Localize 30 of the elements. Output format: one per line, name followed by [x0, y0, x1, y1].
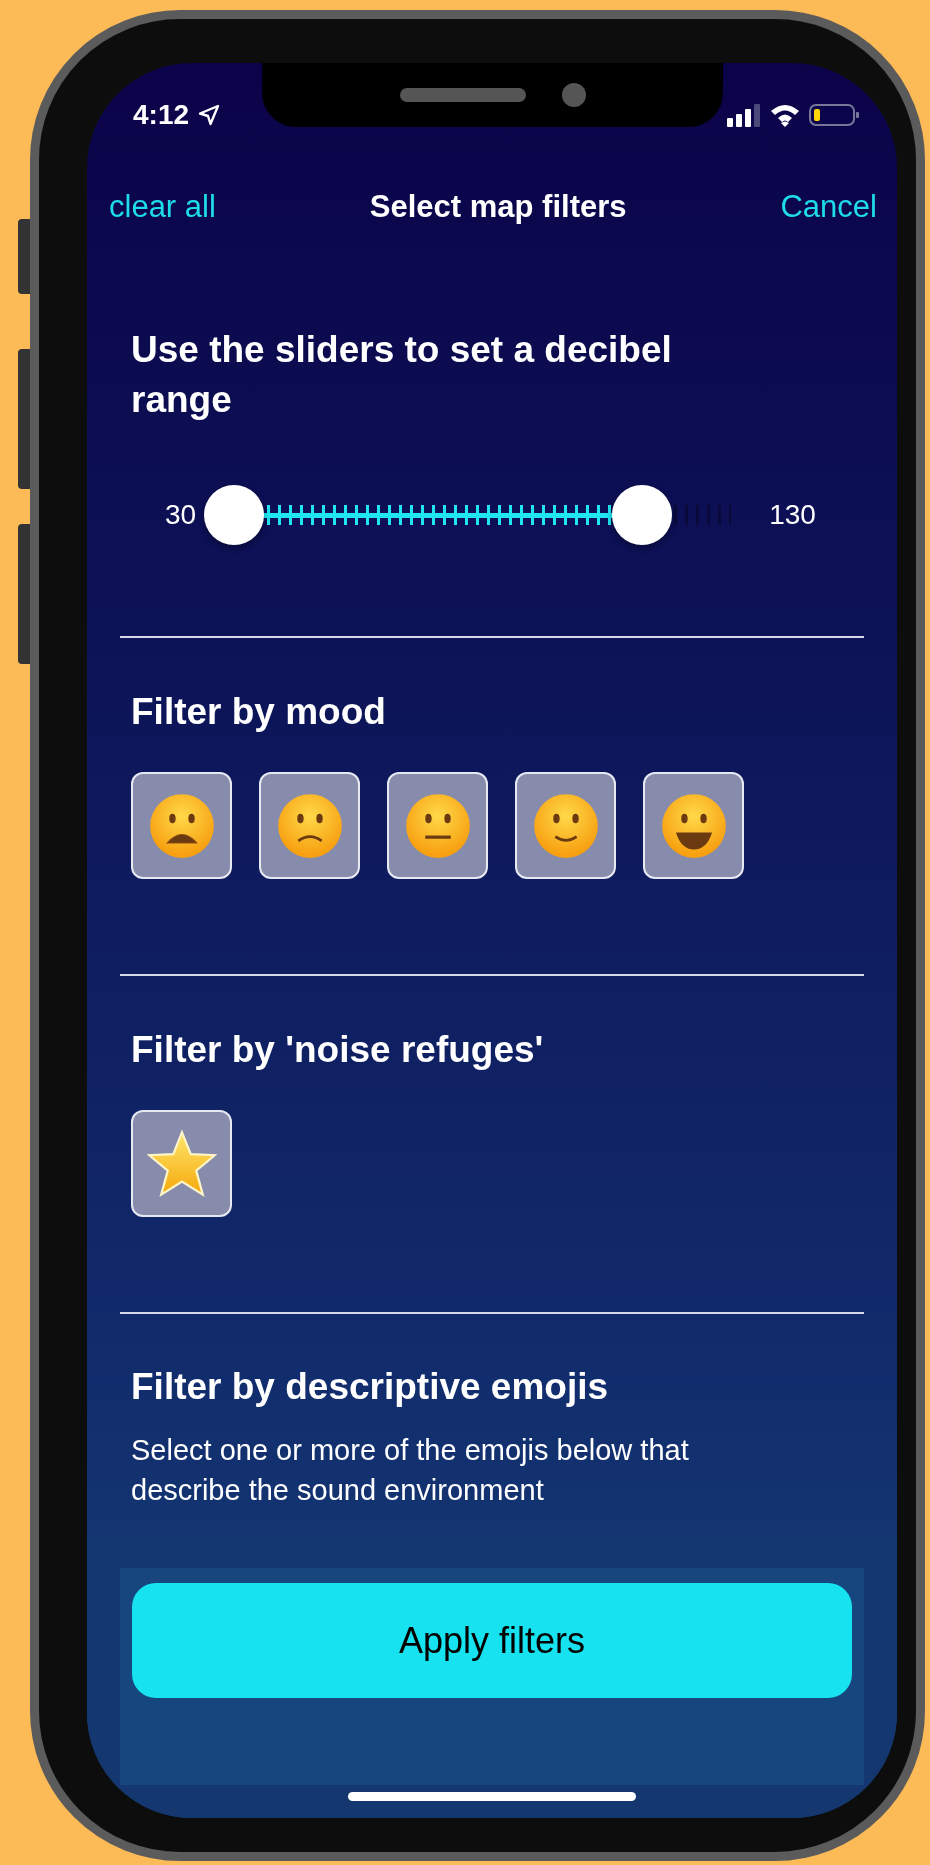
- signal-icon: [727, 103, 761, 127]
- section-description: Select one or more of the emojis below that describe the sound environment: [131, 1433, 690, 1508]
- wifi-icon: [769, 103, 801, 127]
- section-heading: Filter by mood: [131, 690, 387, 734]
- clear-all-link[interactable]: clear all: [109, 189, 216, 225]
- slider-thumb[interactable]: [611, 485, 672, 545]
- mood-option[interactable]: [515, 772, 616, 879]
- status-time: 4:12: [133, 99, 190, 131]
- apply-filters-button[interactable]: Apply filters: [132, 1583, 852, 1698]
- mood-option[interactable]: [643, 772, 744, 879]
- section-heading: Filter by descriptive emojis: [131, 1365, 610, 1409]
- smiling-face-icon: [531, 791, 600, 860]
- location-arrow-icon: [197, 103, 222, 127]
- section-heading: Use the sliders to set a decibel range: [131, 328, 673, 422]
- frowning-face-icon: [275, 791, 344, 860]
- mood-option[interactable]: [387, 772, 488, 879]
- slider-max-label: 130: [769, 499, 816, 531]
- slider-min-label: 30: [165, 499, 197, 531]
- grinning-face-icon: [659, 791, 728, 860]
- battery-icon: [809, 103, 861, 127]
- star-icon: [146, 1129, 217, 1198]
- anguished-face-icon: [147, 791, 216, 860]
- cancel-link[interactable]: Cancel: [780, 189, 877, 225]
- mood-option[interactable]: [131, 772, 232, 879]
- screen-title: Select map filters: [369, 189, 627, 225]
- mood-option[interactable]: [259, 772, 360, 879]
- slider-thumb[interactable]: [204, 485, 265, 545]
- neutral-face-icon: [403, 791, 472, 860]
- section-heading: Filter by 'noise refuges': [131, 1028, 545, 1072]
- refuge-option[interactable]: [131, 1110, 232, 1217]
